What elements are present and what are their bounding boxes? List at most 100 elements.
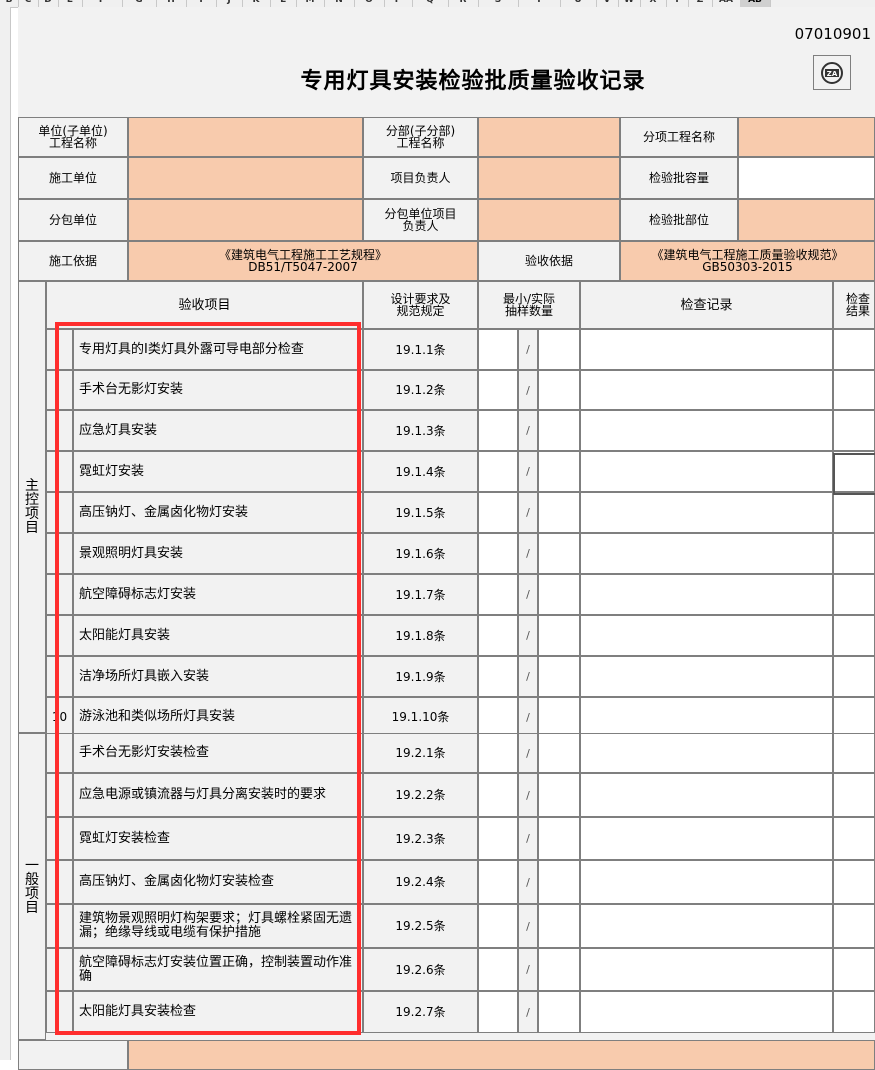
general-actual-sample-cell[interactable] bbox=[538, 948, 580, 991]
main-actual-sample-cell[interactable] bbox=[538, 492, 580, 533]
main-check-result-cell[interactable] bbox=[833, 615, 875, 656]
unit-value-cell[interactable] bbox=[128, 117, 363, 157]
general-check-record-cell[interactable] bbox=[580, 733, 833, 773]
column-header-l[interactable]: L bbox=[270, 0, 297, 7]
column-header-o[interactable]: O bbox=[354, 0, 385, 7]
project-lead-value-cell[interactable] bbox=[478, 157, 620, 199]
main-check-result-cell[interactable] bbox=[833, 574, 875, 615]
main-min-sample-cell[interactable] bbox=[478, 656, 518, 697]
batch-capacity-value-cell[interactable] bbox=[738, 157, 875, 199]
general-check-record-cell[interactable] bbox=[580, 817, 833, 860]
general-actual-sample-cell[interactable] bbox=[538, 773, 580, 817]
footer-value-cell[interactable] bbox=[128, 1040, 875, 1070]
column-header-f[interactable]: F bbox=[82, 0, 123, 7]
general-actual-sample-cell[interactable] bbox=[538, 860, 580, 904]
main-min-sample-cell[interactable] bbox=[478, 410, 518, 451]
general-check-record-cell[interactable] bbox=[580, 991, 833, 1033]
column-header-h[interactable]: H bbox=[156, 0, 187, 7]
active-cell-outline[interactable] bbox=[833, 453, 875, 495]
general-min-sample-cell[interactable] bbox=[478, 904, 518, 948]
main-min-sample-cell[interactable] bbox=[478, 697, 518, 737]
main-actual-sample-cell[interactable] bbox=[538, 410, 580, 451]
main-check-record-cell[interactable] bbox=[580, 615, 833, 656]
basis-value[interactable]: 《建筑电气工程施工工艺规程》 DB51/T5047-2007 bbox=[128, 241, 478, 281]
general-min-sample-cell[interactable] bbox=[478, 991, 518, 1033]
column-header-p[interactable]: P bbox=[384, 0, 413, 7]
main-min-sample-cell[interactable] bbox=[478, 615, 518, 656]
general-check-record-cell[interactable] bbox=[580, 904, 833, 948]
general-min-sample-cell[interactable] bbox=[478, 733, 518, 773]
column-header-b[interactable]: B bbox=[0, 0, 19, 7]
column-header-c[interactable]: C bbox=[18, 0, 39, 7]
column-header-r[interactable]: R bbox=[448, 0, 479, 7]
column-header-d[interactable]: D bbox=[38, 0, 59, 7]
general-check-result-cell[interactable] bbox=[833, 860, 875, 904]
general-min-sample-cell[interactable] bbox=[478, 817, 518, 860]
general-check-result-cell[interactable] bbox=[833, 817, 875, 860]
main-actual-sample-cell[interactable] bbox=[538, 574, 580, 615]
main-check-result-cell[interactable] bbox=[833, 533, 875, 574]
general-actual-sample-cell[interactable] bbox=[538, 991, 580, 1033]
main-check-record-cell[interactable] bbox=[580, 533, 833, 574]
main-min-sample-cell[interactable] bbox=[478, 451, 518, 492]
main-min-sample-cell[interactable] bbox=[478, 370, 518, 410]
main-actual-sample-cell[interactable] bbox=[538, 329, 580, 370]
column-header-s[interactable]: S bbox=[478, 0, 519, 7]
main-check-result-cell[interactable] bbox=[833, 656, 875, 697]
main-check-result-cell[interactable] bbox=[833, 329, 875, 370]
main-actual-sample-cell[interactable] bbox=[538, 615, 580, 656]
acceptance-basis-value[interactable]: 《建筑电气工程施工质量验收规范》 GB50303-2015 bbox=[620, 241, 875, 281]
general-check-record-cell[interactable] bbox=[580, 773, 833, 817]
main-actual-sample-cell[interactable] bbox=[538, 370, 580, 410]
za-logo-icon[interactable]: ZA bbox=[813, 55, 851, 90]
general-check-result-cell[interactable] bbox=[833, 991, 875, 1033]
subcontractor-value-cell[interactable] bbox=[128, 199, 363, 241]
batch-location-value-cell[interactable] bbox=[738, 199, 875, 241]
spreadsheet-area[interactable]: 07010901 专用灯具安装检验批质量验收记录 ZA 单位(子单位) 工程名称… bbox=[18, 7, 875, 1070]
subitem-value-cell[interactable] bbox=[738, 117, 875, 157]
main-check-record-cell[interactable] bbox=[580, 656, 833, 697]
main-actual-sample-cell[interactable] bbox=[538, 451, 580, 492]
main-check-result-cell[interactable] bbox=[833, 370, 875, 410]
main-check-record-cell[interactable] bbox=[580, 329, 833, 370]
column-header-j[interactable]: J bbox=[216, 0, 243, 7]
general-min-sample-cell[interactable] bbox=[478, 860, 518, 904]
column-header-z[interactable]: Z bbox=[688, 0, 713, 7]
main-check-record-cell[interactable] bbox=[580, 410, 833, 451]
column-header-u[interactable]: U bbox=[560, 0, 597, 7]
main-check-result-cell[interactable] bbox=[833, 410, 875, 451]
column-header-w[interactable]: W bbox=[618, 0, 641, 7]
main-actual-sample-cell[interactable] bbox=[538, 697, 580, 737]
column-header-m[interactable]: M bbox=[296, 0, 325, 7]
subcontractor-lead-value-cell[interactable] bbox=[478, 199, 620, 241]
general-check-result-cell[interactable] bbox=[833, 904, 875, 948]
main-actual-sample-cell[interactable] bbox=[538, 533, 580, 574]
main-actual-sample-cell[interactable] bbox=[538, 656, 580, 697]
general-actual-sample-cell[interactable] bbox=[538, 733, 580, 773]
column-header-ab[interactable]: AB bbox=[740, 0, 771, 7]
general-check-result-cell[interactable] bbox=[833, 733, 875, 773]
general-actual-sample-cell[interactable] bbox=[538, 817, 580, 860]
main-min-sample-cell[interactable] bbox=[478, 329, 518, 370]
general-check-record-cell[interactable] bbox=[580, 948, 833, 991]
general-check-result-cell[interactable] bbox=[833, 773, 875, 817]
general-check-result-cell[interactable] bbox=[833, 948, 875, 991]
column-header-x[interactable]: X bbox=[640, 0, 667, 7]
column-header-i[interactable]: I bbox=[186, 0, 217, 7]
general-min-sample-cell[interactable] bbox=[478, 948, 518, 991]
subdiv-value-cell[interactable] bbox=[478, 117, 620, 157]
general-check-record-cell[interactable] bbox=[580, 860, 833, 904]
column-header-y[interactable]: Y bbox=[666, 0, 689, 7]
column-header-v[interactable]: V bbox=[596, 0, 619, 7]
column-header-n[interactable]: N bbox=[324, 0, 355, 7]
column-header-k[interactable]: K bbox=[242, 0, 271, 7]
column-header-g[interactable]: G bbox=[122, 0, 157, 7]
column-header-e[interactable]: E bbox=[58, 0, 83, 7]
main-min-sample-cell[interactable] bbox=[478, 492, 518, 533]
general-actual-sample-cell[interactable] bbox=[538, 904, 580, 948]
general-min-sample-cell[interactable] bbox=[478, 773, 518, 817]
main-check-record-cell[interactable] bbox=[580, 492, 833, 533]
main-check-record-cell[interactable] bbox=[580, 451, 833, 492]
column-header-t[interactable]: T bbox=[518, 0, 561, 7]
column-header-aa[interactable]: AA bbox=[712, 0, 741, 7]
